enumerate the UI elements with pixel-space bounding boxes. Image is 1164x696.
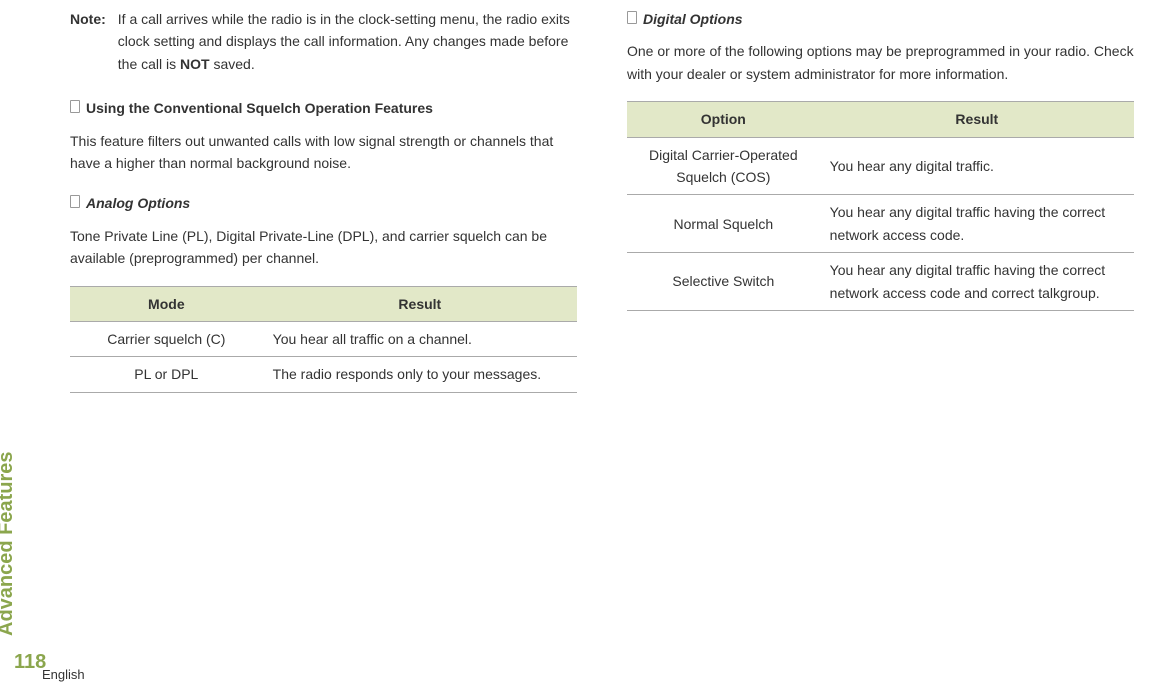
table-cell-option: Digital Carrier-Operated Squelch (COS): [627, 137, 820, 195]
table-cell-result: You hear all traffic on a channel.: [263, 321, 577, 356]
document-icon: [70, 195, 80, 208]
heading-text: Using the Conventional Squelch Operation…: [86, 97, 433, 119]
table-cell-result: You hear any digital traffic having the …: [820, 253, 1134, 311]
table-cell-option: Normal Squelch: [627, 195, 820, 253]
table-header-mode: Mode: [70, 286, 263, 321]
analog-options-table: Mode Result Carrier squelch (C) You hear…: [70, 286, 577, 393]
table-row: Carrier squelch (C) You hear all traffic…: [70, 321, 577, 356]
left-column: Note: If a call arrives while the radio …: [70, 8, 577, 393]
paragraph-digital-intro: One or more of the following options may…: [627, 40, 1134, 85]
note-block: Note: If a call arrives while the radio …: [70, 8, 577, 75]
table-header-result: Result: [263, 286, 577, 321]
table-header-row: Mode Result: [70, 286, 577, 321]
note-text-bold: NOT: [180, 56, 210, 72]
language-label: English: [42, 667, 85, 682]
sidebar-section-label: Advanced Features: [0, 451, 18, 636]
table-cell-result: You hear any digital traffic.: [820, 137, 1134, 195]
heading-squelch-operation: Using the Conventional Squelch Operation…: [70, 97, 577, 119]
table-cell-mode: PL or DPL: [70, 357, 263, 392]
heading-text: Analog Options: [86, 192, 190, 214]
document-icon: [627, 11, 637, 24]
heading-analog-options: Analog Options: [70, 192, 577, 214]
table-cell-result: The radio responds only to your messages…: [263, 357, 577, 392]
page-columns: Note: If a call arrives while the radio …: [70, 8, 1134, 393]
table-row: PL or DPL The radio responds only to you…: [70, 357, 577, 392]
table-row: Digital Carrier-Operated Squelch (COS) Y…: [627, 137, 1134, 195]
note-label: Note:: [70, 8, 106, 75]
heading-text: Digital Options: [643, 8, 743, 30]
paragraph-analog-intro: Tone Private Line (PL), Digital Private-…: [70, 225, 577, 270]
right-column: Digital Options One or more of the follo…: [627, 8, 1134, 393]
table-cell-result: You hear any digital traffic having the …: [820, 195, 1134, 253]
note-text-after: saved.: [210, 56, 255, 72]
table-header-row: Option Result: [627, 102, 1134, 137]
table-header-result: Result: [820, 102, 1134, 137]
heading-digital-options: Digital Options: [627, 8, 1134, 30]
digital-options-table: Option Result Digital Carrier-Operated S…: [627, 101, 1134, 311]
table-row: Normal Squelch You hear any digital traf…: [627, 195, 1134, 253]
note-text: If a call arrives while the radio is in …: [118, 8, 577, 75]
paragraph-squelch-intro: This feature filters out unwanted calls …: [70, 130, 577, 175]
table-cell-option: Selective Switch: [627, 253, 820, 311]
table-header-option: Option: [627, 102, 820, 137]
table-cell-mode: Carrier squelch (C): [70, 321, 263, 356]
document-icon: [70, 100, 80, 113]
table-row: Selective Switch You hear any digital tr…: [627, 253, 1134, 311]
